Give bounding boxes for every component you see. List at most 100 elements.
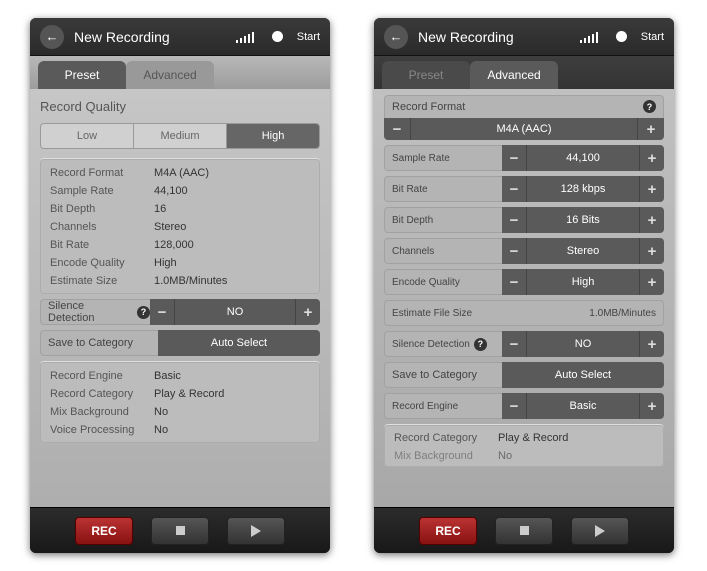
bit-rate-label: Bit Rate bbox=[392, 184, 428, 195]
header: ← New Recording Start bbox=[374, 18, 674, 56]
stop-icon bbox=[176, 526, 185, 535]
tab-preset[interactable]: Preset bbox=[38, 61, 126, 89]
sample-rate-plus-button[interactable]: + bbox=[640, 145, 664, 171]
back-arrow-icon: ← bbox=[46, 29, 59, 44]
record-quality-title: Record Quality bbox=[40, 99, 320, 114]
bit-depth-minus-button[interactable]: − bbox=[502, 207, 526, 233]
back-arrow-icon: ← bbox=[390, 29, 403, 44]
channels-minus-button[interactable]: − bbox=[502, 238, 526, 264]
channels-value: Stereo bbox=[154, 221, 186, 233]
bit-rate-minus-button[interactable]: − bbox=[502, 176, 526, 202]
help-icon[interactable]: ? bbox=[137, 306, 150, 319]
page-title: New Recording bbox=[418, 29, 570, 45]
bit-depth-row: Bit Depth − 16 Bits + bbox=[384, 207, 664, 233]
header: ← New Recording Start bbox=[30, 18, 330, 56]
device-advanced: ← New Recording Start Preset Advanced Re… bbox=[374, 18, 674, 553]
record-format-value: M4A (AAC) bbox=[410, 118, 638, 140]
estimate-size-label: Estimate Size bbox=[50, 275, 154, 287]
encode-q-minus-button[interactable]: − bbox=[502, 269, 526, 295]
engine-minus-button[interactable]: − bbox=[502, 393, 526, 419]
silence-detection-row: Silence Detection? − NO + bbox=[40, 299, 320, 325]
channels-row: Channels − Stereo + bbox=[384, 238, 664, 264]
quality-segmented: Low Medium High bbox=[40, 123, 320, 149]
encode-q-plus-button[interactable]: + bbox=[640, 269, 664, 295]
sample-rate-minus-button[interactable]: − bbox=[502, 145, 526, 171]
record-button[interactable]: REC bbox=[75, 517, 133, 545]
page-title: New Recording bbox=[74, 29, 226, 45]
record-category-label: Record Category bbox=[50, 388, 154, 400]
tab-bar: Preset Advanced bbox=[374, 56, 674, 89]
quality-low[interactable]: Low bbox=[41, 124, 134, 148]
format-plus-button[interactable]: + bbox=[638, 118, 664, 140]
estimate-size-value: 1.0MB/Minutes bbox=[154, 275, 227, 287]
bottom-toolbar: REC bbox=[374, 507, 674, 553]
back-button[interactable]: ← bbox=[40, 25, 64, 49]
save-category-row[interactable]: Save to Category Auto Select bbox=[384, 362, 664, 388]
stop-icon bbox=[520, 526, 529, 535]
silence-detection-row: Silence Detection? − NO + bbox=[384, 331, 664, 357]
play-button[interactable] bbox=[571, 517, 629, 545]
record-format-label: Record Format bbox=[392, 101, 465, 113]
record-engine-label: Record Engine bbox=[392, 401, 458, 412]
stop-button[interactable] bbox=[151, 517, 209, 545]
tab-preset[interactable]: Preset bbox=[382, 61, 470, 89]
bit-rate-value: 128,000 bbox=[154, 239, 194, 251]
bit-depth-plus-button[interactable]: + bbox=[640, 207, 664, 233]
signal-icon bbox=[580, 31, 598, 43]
quality-high[interactable]: High bbox=[227, 124, 319, 148]
back-button[interactable]: ← bbox=[384, 25, 408, 49]
start-label[interactable]: Start bbox=[641, 31, 664, 43]
estimate-size-value: 1.0MB/Minutes bbox=[589, 308, 656, 319]
voice-processing-value: No bbox=[154, 424, 168, 436]
bit-rate-value: 128 kbps bbox=[526, 176, 640, 202]
encode-quality-row: Encode Quality − High + bbox=[384, 269, 664, 295]
record-engine-value: Basic bbox=[526, 393, 640, 419]
encode-quality-value: High bbox=[526, 269, 640, 295]
sample-rate-value: 44,100 bbox=[154, 185, 188, 197]
record-category-label: Record Category bbox=[394, 432, 498, 444]
stop-button[interactable] bbox=[495, 517, 553, 545]
sample-rate-label: Sample Rate bbox=[50, 185, 154, 197]
format-minus-button[interactable]: − bbox=[384, 118, 410, 140]
tab-bar: Preset Advanced bbox=[30, 56, 330, 89]
engine-panel: Record EngineBasic Record CategoryPlay &… bbox=[40, 361, 320, 443]
sample-rate-value: 44,100 bbox=[526, 145, 640, 171]
bit-depth-label: Bit Depth bbox=[392, 215, 433, 226]
play-button[interactable] bbox=[227, 517, 285, 545]
sample-rate-row: Sample Rate − 44,100 + bbox=[384, 145, 664, 171]
channels-plus-button[interactable]: + bbox=[640, 238, 664, 264]
bit-rate-plus-button[interactable]: + bbox=[640, 176, 664, 202]
record-category-value: Play & Record bbox=[154, 388, 224, 400]
mix-background-value: No bbox=[498, 450, 512, 462]
engine-plus-button[interactable]: + bbox=[640, 393, 664, 419]
silence-detection-value: NO bbox=[526, 331, 640, 357]
record-button[interactable]: REC bbox=[419, 517, 477, 545]
help-icon[interactable]: ? bbox=[474, 338, 487, 351]
save-category-value: Auto Select bbox=[158, 330, 320, 356]
silence-minus-button[interactable]: − bbox=[502, 331, 526, 357]
tab-advanced[interactable]: Advanced bbox=[470, 61, 558, 89]
encode-quality-label: Encode Quality bbox=[392, 277, 460, 288]
save-category-label: Save to Category bbox=[40, 337, 158, 349]
silence-minus-button[interactable]: − bbox=[150, 299, 174, 325]
silence-plus-button[interactable]: + bbox=[296, 299, 320, 325]
channels-label: Channels bbox=[50, 221, 154, 233]
quality-medium[interactable]: Medium bbox=[134, 124, 227, 148]
play-icon bbox=[251, 525, 261, 537]
start-label[interactable]: Start bbox=[297, 31, 320, 43]
signal-icon bbox=[236, 31, 254, 43]
play-icon bbox=[595, 525, 605, 537]
silence-detection-value: NO bbox=[174, 299, 296, 325]
silence-plus-button[interactable]: + bbox=[640, 331, 664, 357]
help-icon[interactable]: ? bbox=[643, 100, 656, 113]
save-category-row[interactable]: Save to Category Auto Select bbox=[40, 330, 320, 356]
record-format-row: Record Format ? − M4A (AAC) + bbox=[384, 95, 664, 140]
record-category-value: Play & Record bbox=[498, 432, 568, 444]
encode-quality-value: High bbox=[154, 257, 177, 269]
silence-detection-label: Silence Detection bbox=[392, 339, 470, 350]
encode-quality-label: Encode Quality bbox=[50, 257, 154, 269]
tab-advanced[interactable]: Advanced bbox=[126, 61, 214, 89]
bit-rate-label: Bit Rate bbox=[50, 239, 154, 251]
engine-info-panel: Record CategoryPlay & Record Mix Backgro… bbox=[384, 424, 664, 467]
channels-label: Channels bbox=[392, 246, 434, 257]
